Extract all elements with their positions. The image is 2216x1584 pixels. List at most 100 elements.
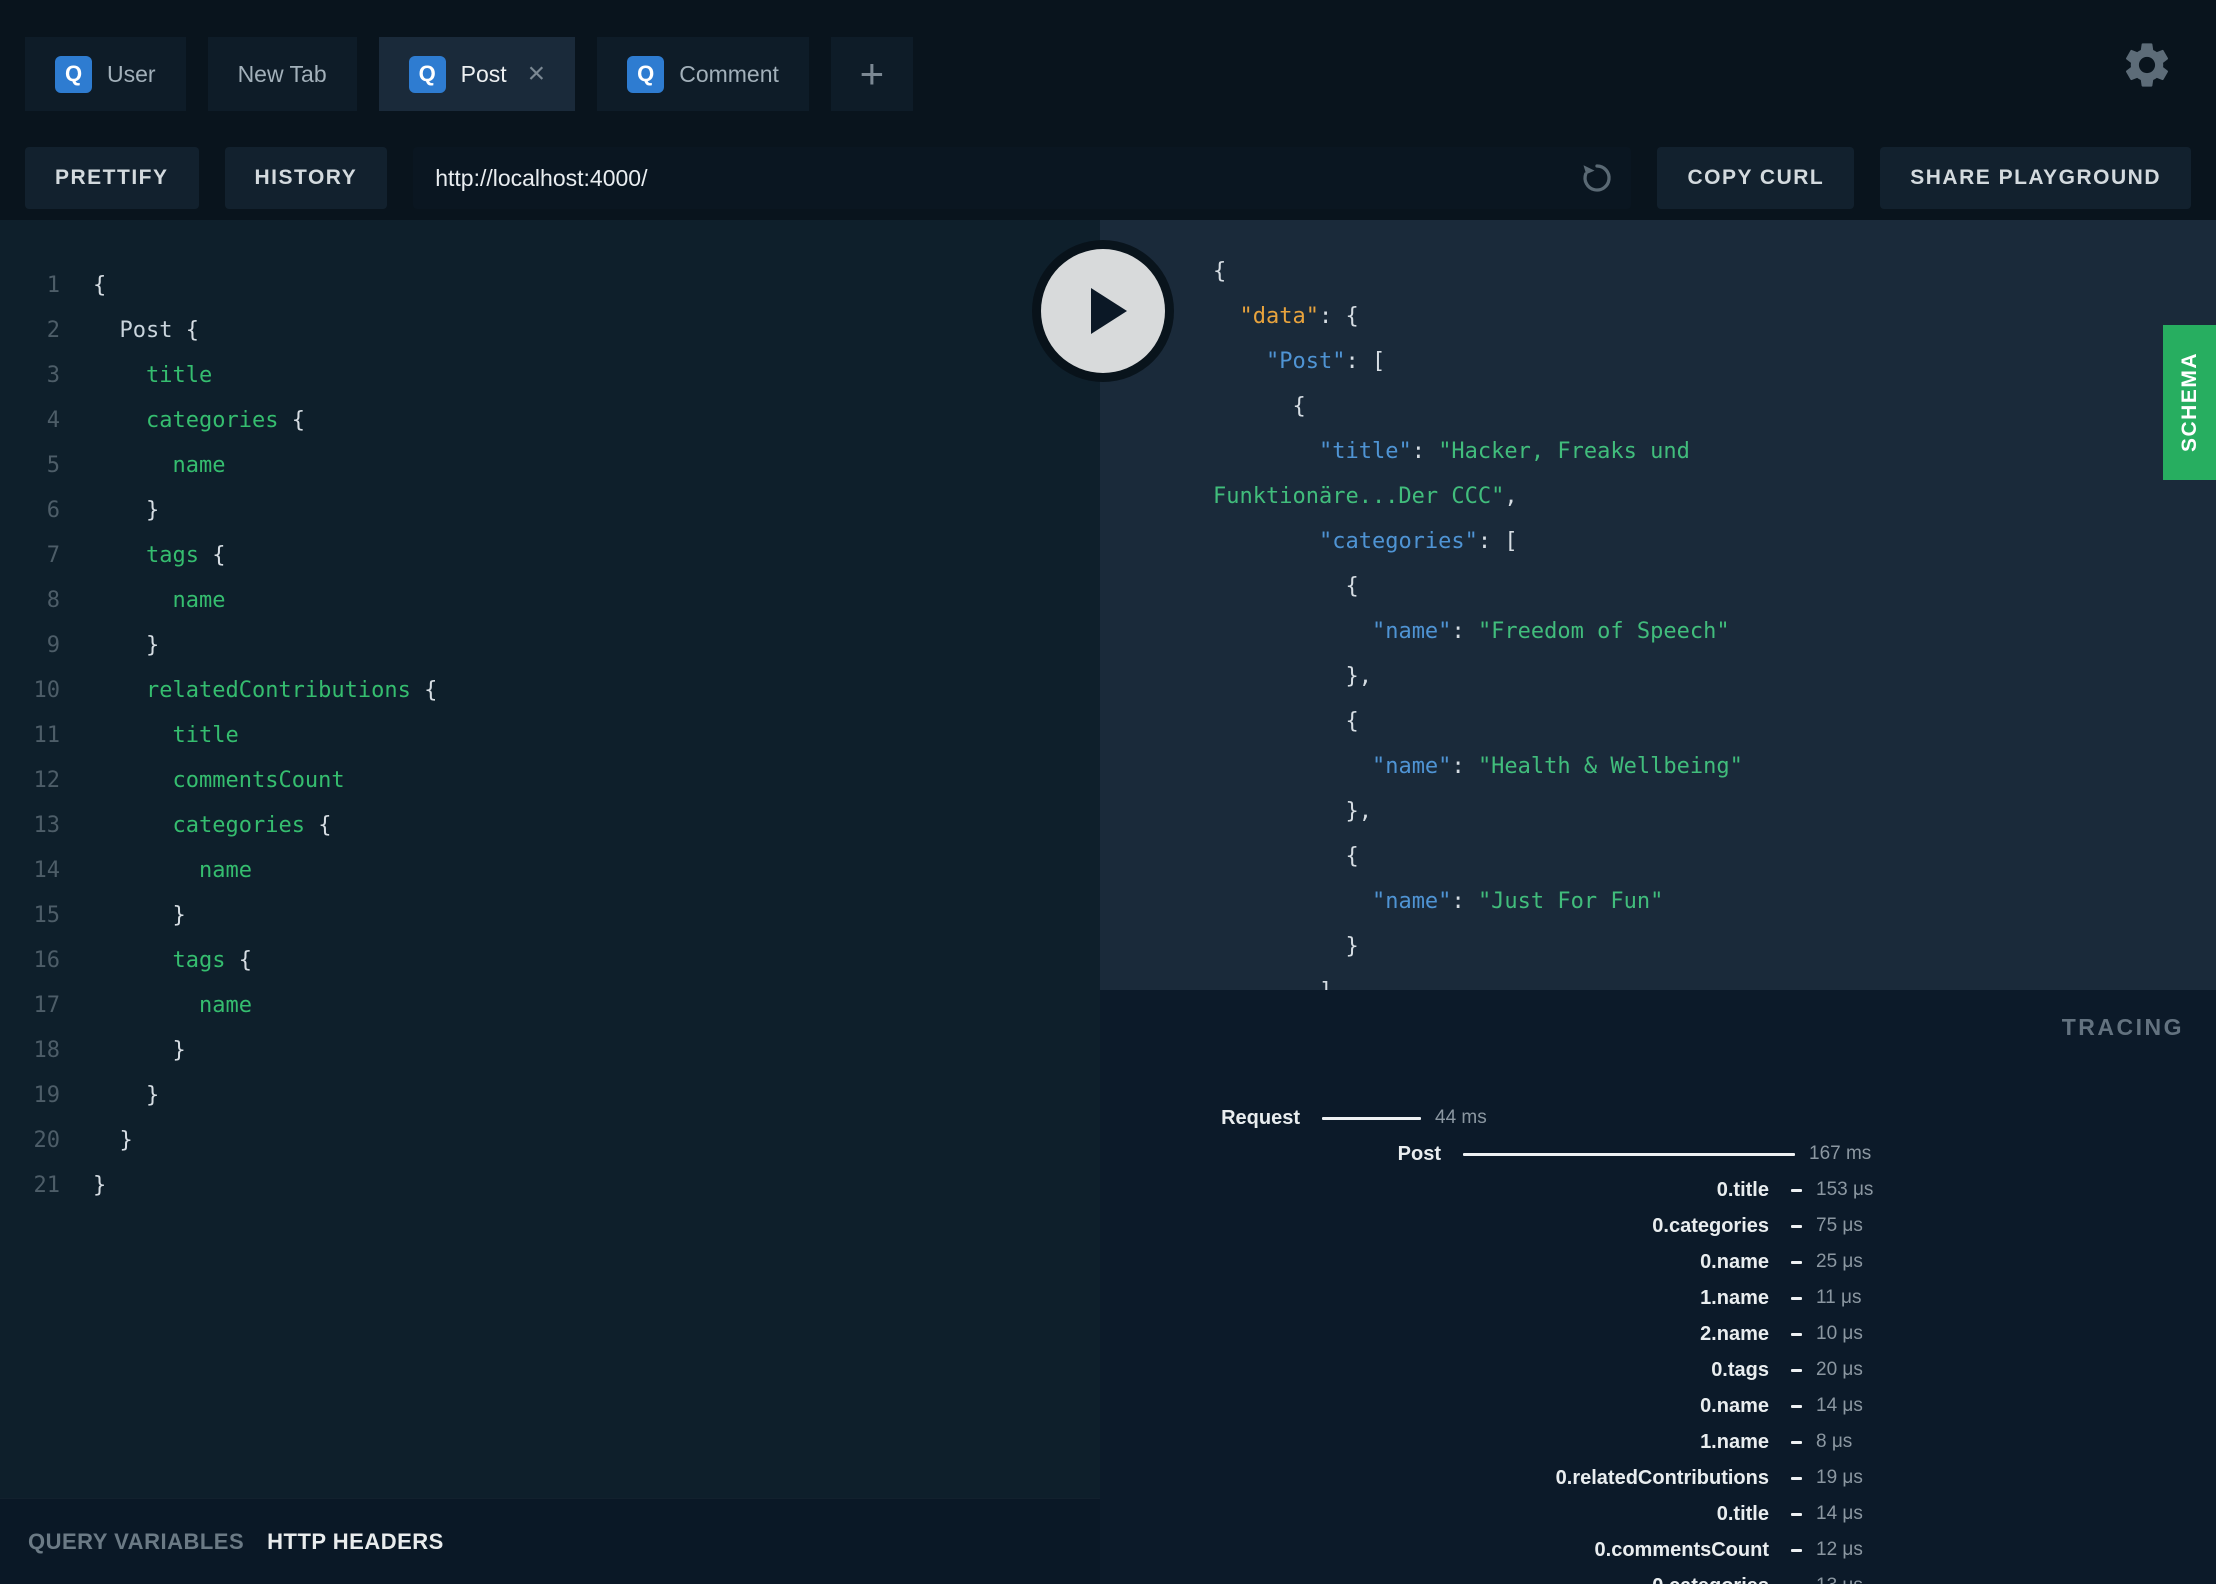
code-token: "name" [1371, 889, 1452, 914]
code-token: { [185, 318, 199, 343]
code-line[interactable]: 4 categories { [0, 398, 1100, 443]
query-variables-tab[interactable]: QUERY VARIABLES [28, 1529, 244, 1555]
code-line[interactable]: }, [1100, 789, 2216, 834]
tab-label: New Tab [237, 60, 327, 87]
code-line[interactable]: { [1100, 249, 2216, 294]
code-line[interactable]: { [1100, 699, 2216, 744]
code-line[interactable]: 10 relatedContributions { [0, 668, 1100, 713]
trace-label: 0.name [1700, 1250, 1769, 1273]
prettify-button[interactable]: PRETTIFY [25, 147, 199, 209]
code-line[interactable]: 20 } [0, 1118, 1100, 1163]
code-line[interactable]: 21} [0, 1163, 1100, 1208]
code-token: "name" [1371, 754, 1452, 779]
tab-user[interactable]: Q User [25, 37, 186, 111]
line-number: 5 [46, 453, 60, 478]
trace-value: 10 μs [1816, 1323, 1863, 1344]
code-text: { [93, 263, 106, 308]
code-text: name [93, 983, 252, 1028]
trace-label: Post [1397, 1142, 1441, 1165]
code-text: }, [1213, 789, 1372, 834]
code-line[interactable]: 15 } [0, 893, 1100, 938]
query-editor-pane[interactable]: 1{2 Post {3 title 4 categories {5 name 6 }… [0, 220, 1100, 1584]
code-line[interactable]: Funktionäre...Der CCC", [1100, 474, 2216, 519]
code-line[interactable]: 5 name [0, 443, 1100, 488]
code-line[interactable]: } [1100, 924, 2216, 969]
code-line[interactable]: "name": "Health & Wellbeing" [1100, 744, 2216, 789]
code-line[interactable]: 8 name [0, 578, 1100, 623]
code-line[interactable]: { [1100, 564, 2216, 609]
tab-comment[interactable]: Q Comment [597, 37, 809, 111]
code-text: name [93, 848, 252, 893]
code-token: title [145, 363, 213, 388]
trace-bar [1463, 1152, 1795, 1156]
code-line[interactable]: 16 tags { [0, 938, 1100, 983]
line-number: 2 [46, 318, 60, 343]
http-headers-tab[interactable]: HTTP HEADERS [267, 1529, 444, 1555]
trace-row: 0.title 14 μs [1100, 1496, 2216, 1532]
code-text: name [93, 578, 225, 623]
new-tab-button[interactable]: + [830, 37, 913, 111]
trace-value: 20 μs [1816, 1359, 1863, 1380]
code-line[interactable]: ] [1100, 969, 2216, 990]
trace-bar [1791, 1296, 1802, 1300]
history-button[interactable]: HISTORY [224, 147, 388, 209]
code-line[interactable]: 11 title [0, 713, 1100, 758]
code-line[interactable]: 2 Post { [0, 308, 1100, 353]
code-token: : [1451, 754, 1478, 779]
tab-new-tab[interactable]: New Tab [207, 37, 357, 111]
code-line[interactable]: 9 } [0, 623, 1100, 668]
code-line[interactable]: 18 } [0, 1028, 1100, 1073]
toolbar: PRETTIFY HISTORY COPY CURL SHARE PLAYGRO… [0, 136, 2216, 220]
code-line[interactable]: 3 title [0, 353, 1100, 398]
query-badge-icon: Q [55, 55, 92, 93]
trace-value: 12 μs [1816, 1539, 1863, 1560]
code-text: Funktionäre...Der CCC", [1213, 474, 1518, 519]
code-line[interactable]: "title": "Hacker, Freaks und [1100, 429, 2216, 474]
close-icon[interactable]: × [528, 59, 546, 89]
code-line[interactable]: 13 categories { [0, 803, 1100, 848]
endpoint-url-input[interactable] [413, 147, 1632, 209]
tab-label: User [107, 60, 156, 87]
trace-label: 0.title [1716, 1502, 1769, 1525]
code-line[interactable]: "categories": [ [1100, 519, 2216, 564]
execute-button[interactable] [1041, 249, 1165, 373]
code-line[interactable]: 6 } [0, 488, 1100, 533]
code-line[interactable]: "name": "Just For Fun" [1100, 879, 2216, 924]
code-line[interactable]: { [1100, 384, 2216, 429]
trace-row: 1.name 11 μs [1100, 1280, 2216, 1316]
trace-value: 25 μs [1816, 1251, 1863, 1272]
tab-list: Q User New Tab Q Post × Q Comment [25, 37, 809, 111]
code-line[interactable]: { [1100, 834, 2216, 879]
settings-gear-icon[interactable] [2120, 38, 2174, 92]
code-line[interactable]: 14 name [0, 848, 1100, 893]
code-line[interactable]: "Post": [ [1100, 339, 2216, 384]
code-token: } [145, 498, 160, 523]
code-line[interactable]: "name": "Freedom of Speech" [1100, 609, 2216, 654]
tab-post[interactable]: Q Post × [378, 37, 576, 111]
tab-label: Comment [679, 60, 779, 87]
trace-label: 0.tags [1711, 1358, 1769, 1381]
code-line[interactable]: 7 tags { [0, 533, 1100, 578]
code-line[interactable]: }, [1100, 654, 2216, 699]
line-number: 13 [33, 813, 61, 838]
line-number: 6 [46, 498, 60, 523]
trace-row: 2.name 10 μs [1100, 1316, 2216, 1352]
trace-row: 0.categories 13 μs [1100, 1568, 2216, 1584]
schema-tab[interactable]: SCHEMA [2163, 325, 2216, 480]
share-playground-button[interactable]: SHARE PLAYGROUND [1880, 147, 2191, 209]
copy-curl-button[interactable]: COPY CURL [1657, 147, 1855, 209]
code-line[interactable]: 19 } [0, 1073, 1100, 1118]
trace-bar [1791, 1260, 1802, 1264]
reset-endpoint-icon[interactable] [1579, 160, 1615, 196]
trace-bar [1791, 1440, 1802, 1444]
code-line[interactable]: 12 commentsCount [0, 758, 1100, 803]
code-line[interactable]: "data": { [1100, 294, 2216, 339]
code-line[interactable]: 17 name [0, 983, 1100, 1028]
code-text: { [1213, 699, 1358, 744]
code-text: } [93, 623, 159, 668]
code-token: relatedContributions [145, 678, 425, 703]
trace-label: 0.relatedContributions [1555, 1466, 1769, 1489]
code-line[interactable]: 1{ [0, 263, 1100, 308]
code-token: } [172, 1038, 186, 1063]
trace-value: 153 μs [1816, 1179, 1874, 1200]
